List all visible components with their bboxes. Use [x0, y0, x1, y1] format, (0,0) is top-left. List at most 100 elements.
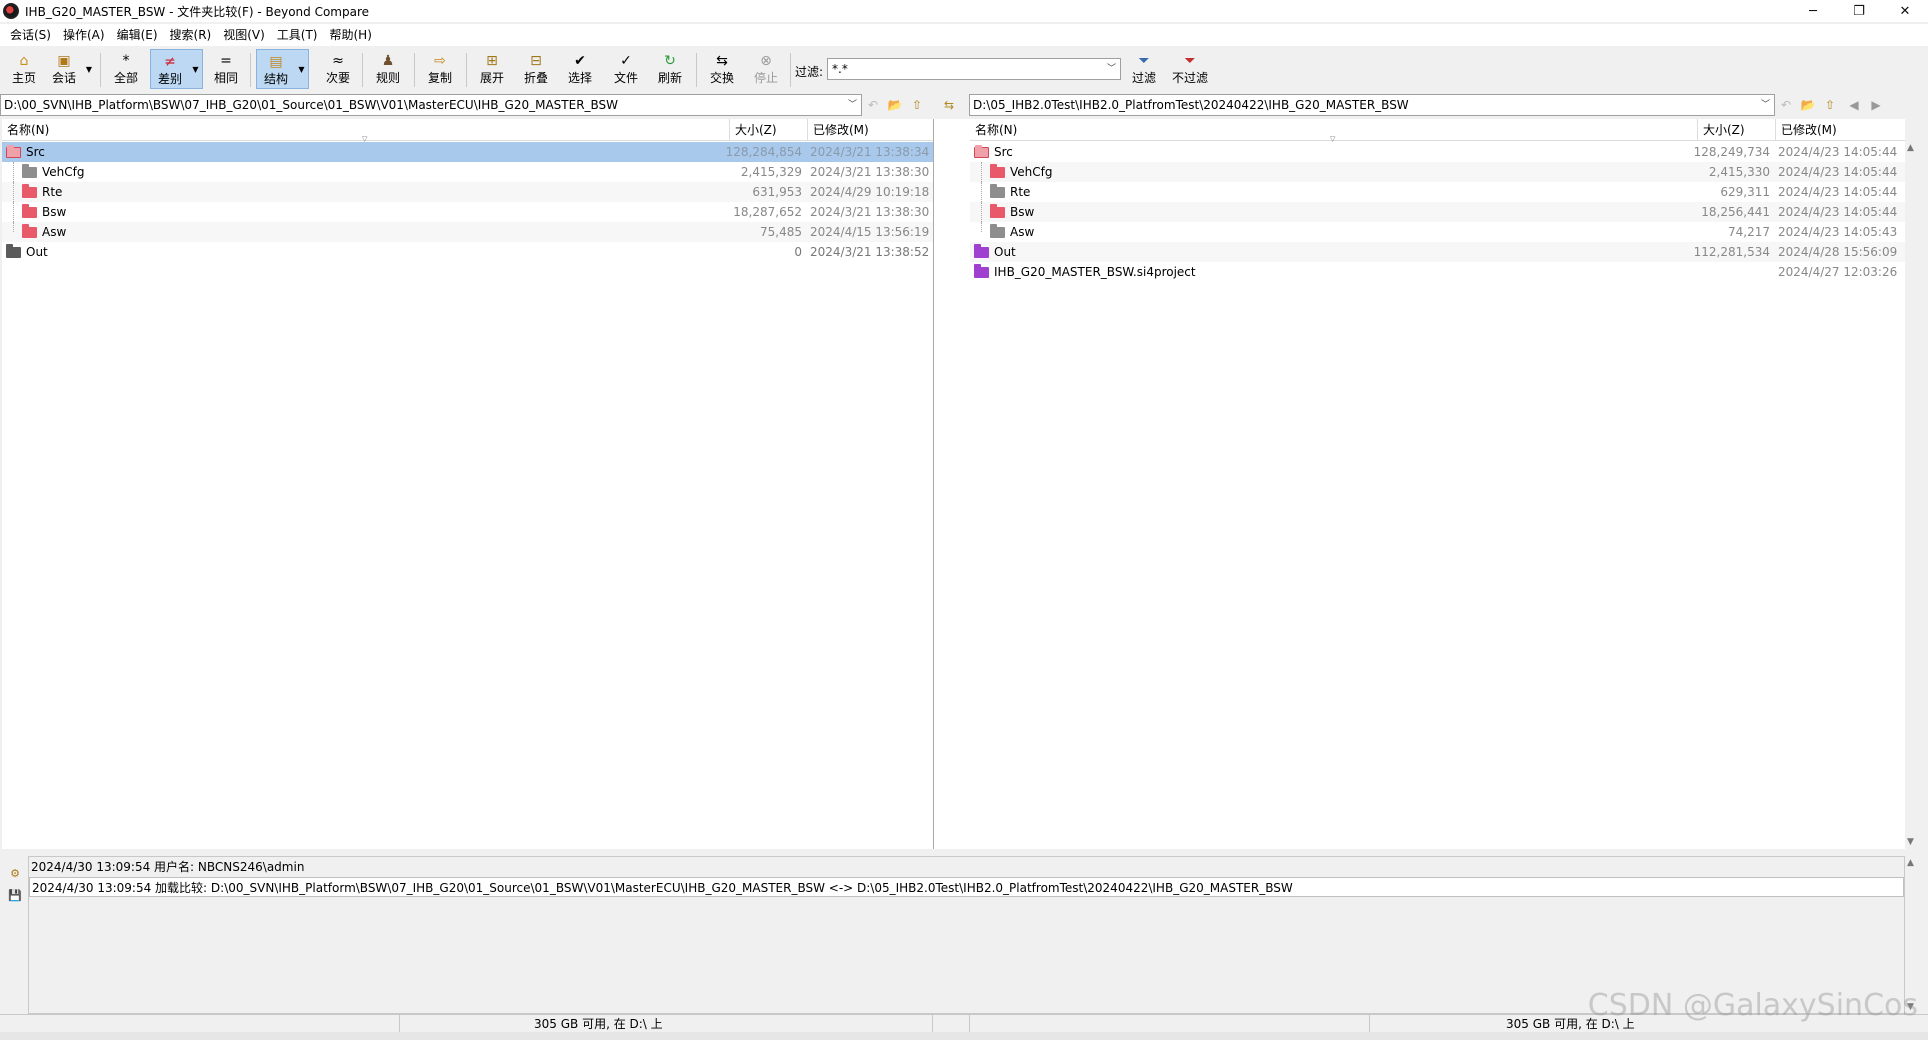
refresh-button[interactable]: ↻ 刷新 [652, 49, 688, 89]
show-diff-button[interactable]: ≠ 差别 [150, 49, 190, 89]
folder-icon [22, 203, 37, 218]
select-button[interactable]: ✔ 选择 [562, 49, 598, 89]
scroll-up-icon[interactable]: ▲ [1907, 858, 1914, 868]
column-size-header[interactable]: 大小(Z) [730, 119, 808, 141]
folder-row-rte[interactable]: Rte 629,311 2024/4/23 14:05:44 [970, 182, 1905, 202]
chevron-down-icon[interactable]: ﹀ [848, 95, 857, 115]
folder-row-vehcfg[interactable]: VehCfg 2,415,330 2024/4/23 14:05:44 [970, 162, 1905, 182]
history-back-icon[interactable]: ↶ [1777, 96, 1795, 114]
toolbar-separator [100, 53, 101, 87]
column-size-header[interactable]: 大小(Z) [1698, 119, 1776, 141]
equal-icon: = [220, 53, 232, 69]
not-equal-icon: ≠ [164, 54, 176, 70]
tree-connector [13, 222, 14, 232]
column-modified-header[interactable]: 已修改(M) [808, 119, 933, 141]
folder-row-src[interactable]: Src 128,249,734 2024/4/23 14:05:44 [970, 142, 1905, 162]
rules-button[interactable]: ♟ 规则 [370, 49, 406, 89]
structure-button[interactable]: ▤ 结构 [256, 49, 296, 89]
browse-folder-icon[interactable]: 📂 [1799, 96, 1817, 114]
menu-actions[interactable]: 操作(A) [57, 24, 111, 46]
expand-button[interactable]: ⊞ 展开 [474, 49, 510, 89]
structure-dropdown[interactable]: ▼ [295, 49, 309, 89]
menu-session[interactable]: 会话(S) [4, 24, 57, 46]
folder-row-asw[interactable]: Asw 75,485 2024/4/15 13:56:19 [2, 222, 933, 242]
folder-row-src[interactable]: Src 128,284,854 2024/3/21 13:38:34 [2, 142, 933, 162]
diff-dropdown[interactable]: ▼ [189, 49, 203, 89]
session-button[interactable]: ▣ 会话 [46, 49, 82, 89]
nav-next-icon[interactable]: ▶ [1867, 96, 1885, 114]
menu-help[interactable]: 帮助(H) [324, 24, 378, 46]
scroll-down-icon[interactable]: ▼ [1907, 837, 1914, 847]
folder-icon [22, 223, 37, 238]
folder-icon [990, 203, 1005, 218]
copy-button[interactable]: ⇨ 复制 [422, 49, 458, 89]
folder-icon [22, 183, 37, 198]
right-folder-pane[interactable]: 名称(N) ▽ 大小(Z) 已修改(M) Src 128,249,734 202… [970, 119, 1905, 849]
folder-row-bsw[interactable]: Bsw 18,287,652 2024/3/21 13:38:30 [2, 202, 933, 222]
right-path-input[interactable]: D:\05_IHB2.0Test\IHB2.0_PlatfromTest\202… [969, 94, 1775, 116]
close-button[interactable]: ✕ [1882, 0, 1928, 22]
minimize-button[interactable]: ─ [1790, 0, 1836, 22]
scroll-up-icon[interactable]: ▲ [1907, 143, 1914, 153]
left-folder-pane[interactable]: 名称(N) ▽ 大小(Z) 已修改(M) Src 128,284,854 202… [2, 119, 933, 849]
beyond-compare-logo-icon [3, 3, 19, 19]
minor-button[interactable]: ≈ 次要 [320, 49, 356, 89]
log-entry: 2024/4/30 13:09:54 用户名: NBCNS246\admin [31, 860, 305, 874]
status-cell [0, 1015, 400, 1033]
home-button[interactable]: ⌂ 主页 [6, 49, 42, 89]
folder-row-vehcfg[interactable]: VehCfg 2,415,329 2024/3/21 13:38:30 [2, 162, 933, 182]
right-folder-list: Src 128,249,734 2024/4/23 14:05:44 VehCf… [970, 142, 1905, 282]
menu-edit[interactable]: 编辑(E) [111, 24, 164, 46]
collapse-tree-icon: ⊟ [530, 53, 542, 69]
column-modified-header[interactable]: 已修改(M) [1776, 119, 1905, 141]
filter-button[interactable]: ⏷ 过滤 [1126, 49, 1162, 89]
log-settings-icon[interactable]: ⚙ [8, 866, 22, 880]
filter-input[interactable]: *.* ﹀ [827, 58, 1121, 80]
folder-icon [974, 263, 989, 278]
tree-connector [13, 182, 14, 202]
funnel-icon: ⏷ [1138, 53, 1150, 69]
vertical-scrollbar[interactable]: ▲ ▼ [1905, 141, 1919, 849]
folder-row-out[interactable]: Out 0 2024/3/21 13:38:52 [2, 242, 933, 262]
asterisk-icon: * [122, 53, 130, 69]
left-path-text: D:\00_SVN\IHB_Platform\BSW\07_IHB_G20\01… [4, 98, 619, 112]
collapse-button[interactable]: ⊟ 折叠 [518, 49, 554, 89]
menu-view[interactable]: 视图(V) [217, 24, 271, 46]
folder-row-si4project[interactable]: IHB_G20_MASTER_BSW.si4project 2024/4/27 … [970, 262, 1905, 282]
show-all-button[interactable]: * 全部 [108, 49, 144, 89]
title-bar: IHB_G20_MASTER_BSW - 文件夹比较(F) - Beyond C… [0, 0, 1928, 22]
window-bottom-edge [0, 1032, 1928, 1040]
menu-search[interactable]: 搜索(R) [164, 24, 218, 46]
browse-folder-icon[interactable]: 📂 [886, 96, 904, 114]
files-button[interactable]: ✓ 文件 [608, 49, 644, 89]
swap-sides-icon[interactable]: ⇆ [940, 96, 958, 114]
status-cell [933, 1015, 970, 1033]
nav-previous-icon[interactable]: ◀ [1845, 96, 1863, 114]
save-log-icon[interactable]: 💾 [8, 888, 22, 902]
folder-row-out[interactable]: Out 112,281,534 2024/4/28 15:56:09 [970, 242, 1905, 262]
toolbar: ⌂ 主页 ▣ 会话 ▼ * 全部 ≠ 差别 ▼ = 相同 ▤ 结构 ▼ ≈ 次要… [0, 47, 1928, 92]
folder-row-rte[interactable]: Rte 631,953 2024/4/29 10:19:18 [2, 182, 933, 202]
chevron-down-icon[interactable]: ﹀ [1107, 59, 1116, 79]
parent-folder-icon[interactable]: ⇧ [908, 96, 926, 114]
parent-folder-icon[interactable]: ⇧ [1821, 96, 1839, 114]
show-same-button[interactable]: = 相同 [208, 49, 244, 89]
left-disk-free: 305 GB 可用, 在 D:\ 上 [400, 1015, 933, 1033]
filter-label: 过滤: [795, 65, 824, 79]
stop-button[interactable]: ⊗ 停止 [748, 49, 784, 89]
no-filter-button[interactable]: ⏷ 不过滤 [1168, 49, 1212, 89]
chevron-down-icon[interactable]: ﹀ [1761, 95, 1770, 115]
folder-row-asw[interactable]: Asw 74,217 2024/4/23 14:05:43 [970, 222, 1905, 242]
history-back-icon[interactable]: ↶ [864, 96, 882, 114]
session-dropdown[interactable]: ▼ [82, 49, 96, 89]
menu-tools[interactable]: 工具(T) [271, 24, 324, 46]
swap-icon: ⇆ [716, 53, 728, 69]
expand-tree-icon: ⊞ [486, 53, 498, 69]
left-column-header: 名称(N) ▽ 大小(Z) 已修改(M) [2, 119, 933, 143]
folder-row-bsw[interactable]: Bsw 18,256,441 2024/4/23 14:05:44 [970, 202, 1905, 222]
left-path-input[interactable]: D:\00_SVN\IHB_Platform\BSW\07_IHB_G20\01… [0, 94, 862, 116]
pane-splitter[interactable] [933, 119, 970, 849]
refresh-icon: ↻ [664, 53, 676, 69]
swap-button[interactable]: ⇆ 交换 [704, 49, 740, 89]
maximize-button[interactable]: ❐ [1836, 0, 1882, 22]
